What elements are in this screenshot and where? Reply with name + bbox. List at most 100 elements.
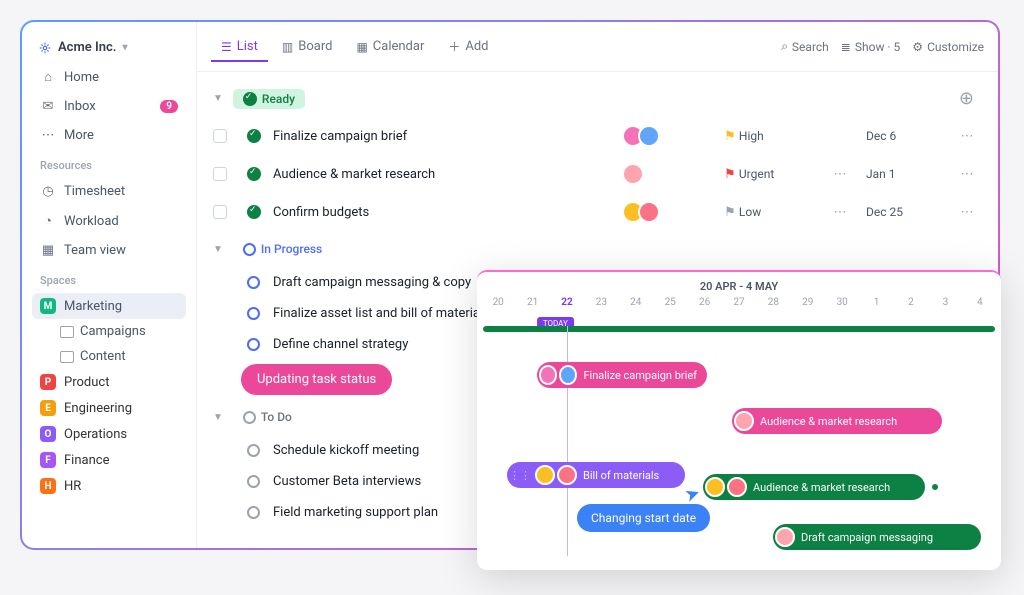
task-checkbox[interactable]	[213, 167, 227, 181]
today-line	[567, 326, 568, 556]
chevron-down-icon[interactable]: ▼	[213, 412, 223, 423]
task-checkbox[interactable]	[213, 205, 227, 219]
avatar	[535, 465, 555, 485]
assignees[interactable]	[628, 201, 718, 223]
status-icon[interactable]	[247, 205, 261, 219]
tab-board[interactable]: ▥Board	[272, 33, 343, 60]
status-icon[interactable]	[247, 307, 260, 320]
grid-icon: ▦	[40, 243, 56, 258]
space-marketing[interactable]: MMarketing	[32, 293, 186, 319]
date-cell[interactable]: 28	[756, 297, 790, 308]
nav-home[interactable]: ⌂ Home	[32, 63, 186, 91]
workspace-switcher[interactable]: Acme Inc. ▾	[32, 34, 186, 61]
timeline-bar[interactable]: Finalize campaign brief	[537, 362, 707, 388]
nav-workload[interactable]: ◔Workload	[32, 207, 186, 235]
bar-label: Finalize campaign brief	[583, 369, 697, 382]
date-cell[interactable]: 3	[928, 297, 962, 308]
add-task-button[interactable]: ⊕	[959, 88, 974, 109]
row-menu[interactable]: ⋯	[952, 129, 982, 144]
status-icon[interactable]	[247, 444, 260, 457]
more-icon[interactable]: ⋯	[820, 167, 860, 182]
row-menu[interactable]: ⋯	[952, 205, 982, 220]
timeline-bar[interactable]: ⋮⋮Bill of materials	[507, 462, 685, 488]
priority[interactable]: ⚑ Low	[724, 205, 814, 220]
space-engineering[interactable]: EEngineering	[32, 395, 186, 421]
date-cell[interactable]: 23	[584, 297, 618, 308]
task-row[interactable]: Finalize campaign brief ⚑ High Dec 6 ⋯	[197, 117, 998, 155]
group-progress-header[interactable]: ▼ In Progress	[197, 231, 998, 267]
status-todo-pill: To Do	[233, 407, 302, 427]
date-cell[interactable]: 1	[859, 297, 893, 308]
status-icon[interactable]	[247, 338, 260, 351]
chevron-down-icon[interactable]: ▼	[213, 93, 223, 104]
timeline-bar[interactable]: Draft campaign messaging	[773, 524, 981, 550]
task-checkbox[interactable]	[213, 129, 227, 143]
space-label: Finance	[64, 453, 109, 468]
task-row[interactable]: Confirm budgets ⚑ Low ⋯ Dec 25 ⋯	[197, 193, 998, 231]
priority[interactable]: ⚑ High	[724, 129, 814, 144]
tab-calendar[interactable]: ▦Calendar	[346, 33, 434, 60]
app-window: Acme Inc. ▾ ⌂ Home ✉ Inbox 9 ⋯ More Reso…	[20, 20, 1000, 550]
space-finance[interactable]: F Finance	[32, 447, 186, 473]
space-hr[interactable]: HHR	[32, 473, 186, 499]
flag-icon: ⚑	[724, 205, 736, 220]
flag-icon: ⚑	[724, 129, 736, 144]
more-icon[interactable]: ⋯	[820, 205, 860, 220]
row-menu[interactable]: ⋯	[952, 167, 982, 182]
nav-more[interactable]: ⋯ More	[32, 122, 186, 149]
inbox-badge: 9	[160, 100, 178, 113]
tab-list[interactable]: ☰List	[211, 33, 268, 62]
todo-icon	[243, 411, 256, 424]
status-icon[interactable]	[247, 129, 261, 143]
status-icon[interactable]	[247, 276, 260, 289]
assignees[interactable]	[628, 125, 718, 147]
avatar	[727, 477, 747, 497]
date-cell[interactable]: 2	[894, 297, 928, 308]
avatar	[559, 365, 577, 385]
folder-content[interactable]: Content	[32, 344, 186, 369]
tab-add[interactable]: ＋Add	[438, 32, 498, 61]
search-button[interactable]: ⌕Search	[781, 39, 829, 54]
status-icon[interactable]	[247, 506, 260, 519]
nav-timesheet[interactable]: ◷Timesheet	[32, 178, 186, 205]
date-cell[interactable]: 26	[687, 297, 721, 308]
space-product[interactable]: PProduct	[32, 369, 186, 395]
folder-icon	[60, 326, 74, 338]
customize-button[interactable]: ⚙Customize	[912, 39, 984, 54]
date-cell[interactable]: 25	[653, 297, 687, 308]
date-cell[interactable]: 21	[515, 297, 549, 308]
chevron-down-icon[interactable]: ▼	[213, 244, 223, 255]
avatar	[734, 411, 754, 431]
timeline-chart: Finalize campaign brief Audience & market…	[477, 326, 1001, 556]
due-date[interactable]: Dec 6	[866, 129, 946, 143]
gauge-icon: ◔	[40, 213, 56, 229]
show-button[interactable]: ≣Show · 5	[841, 39, 901, 54]
due-date[interactable]: Jan 1	[866, 167, 946, 181]
view-toolbar: ☰List ▥Board ▦Calendar ＋Add ⌕Search ≣Sho…	[197, 22, 998, 72]
date-cell[interactable]: 4	[963, 297, 997, 308]
date-cell[interactable]: 29	[791, 297, 825, 308]
date-cell[interactable]: 22	[550, 297, 584, 308]
drag-handle-icon[interactable]: ⋮⋮	[509, 469, 531, 482]
status-icon[interactable]	[247, 475, 260, 488]
assignees[interactable]	[628, 163, 718, 185]
date-cell[interactable]: 27	[722, 297, 756, 308]
space-label: Operations	[64, 427, 127, 442]
avatar	[557, 465, 577, 485]
status-icon[interactable]	[247, 167, 261, 181]
due-date[interactable]: Dec 25	[866, 205, 946, 219]
date-cell[interactable]: 20	[481, 297, 515, 308]
date-cell[interactable]: 24	[619, 297, 653, 308]
timeline-bar[interactable]: Audience & market research	[703, 474, 925, 500]
date-cell[interactable]: 30	[825, 297, 859, 308]
priority[interactable]: ⚑ Urgent	[724, 167, 814, 182]
folder-campaigns[interactable]: Campaigns	[32, 319, 186, 344]
nav-inbox[interactable]: ✉ Inbox 9	[32, 93, 186, 120]
nav-teamview[interactable]: ▦Team view	[32, 237, 186, 264]
group-ready-header[interactable]: ▼ Ready ⊕	[197, 80, 998, 117]
task-row[interactable]: Audience & market research ⚑ Urgent ⋯ Ja…	[197, 155, 998, 193]
space-icon: F	[40, 452, 56, 468]
timeline-bar[interactable]: Audience & market research	[732, 408, 942, 434]
list-icon: ☰	[221, 40, 232, 54]
space-operations[interactable]: OOperations	[32, 421, 186, 447]
